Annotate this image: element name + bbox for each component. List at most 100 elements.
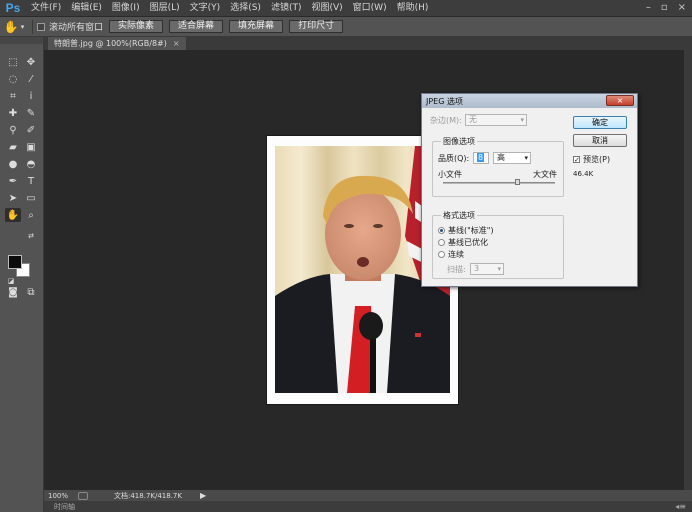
lasso-tool-icon[interactable]: ◌ [5, 72, 21, 86]
menu-help[interactable]: 帮助(H) [392, 0, 434, 17]
healing-brush-tool-icon[interactable]: ✚ [5, 106, 21, 120]
magic-wand-tool-icon[interactable]: ⁄ [23, 72, 39, 86]
menu-type[interactable]: 文字(Y) [185, 0, 226, 17]
small-file-label: 小文件 [438, 170, 462, 179]
dialog-title-bar[interactable]: JPEG 选项 × [422, 94, 637, 108]
swap-colors-icon[interactable]: ⇄ [23, 229, 39, 243]
radio-button[interactable] [438, 239, 445, 246]
format-options-title: 格式选项 [441, 210, 477, 221]
options-bar: ✋ ▾ 滚动所有窗口 实际像素 适合屏幕 填充屏幕 打印尺寸 [0, 17, 692, 37]
zoom-tool-icon[interactable]: ⌕ [23, 208, 39, 222]
divider [32, 19, 33, 34]
actual-pixels-button[interactable]: 实际像素 [109, 20, 164, 33]
chevron-down-icon: ▾ [524, 154, 528, 162]
menu-view[interactable]: 视图(V) [306, 0, 347, 17]
quality-value: 8 [477, 153, 485, 162]
scroll-all-windows-label: 滚动所有窗口 [49, 23, 104, 33]
radio-button[interactable] [438, 251, 445, 258]
large-file-label: 大文件 [533, 170, 557, 179]
eyedropper-tool-icon[interactable]: ⅰ [23, 89, 39, 103]
timeline-label[interactable]: 时间轴 [54, 502, 75, 512]
timeline-panel-bar: 时间轴 ◂≡ [44, 501, 692, 512]
close-icon[interactable]: × [678, 2, 686, 13]
photoshop-window: Ps 文件(F) 编辑(E) 图像(I) 图层(L) 文字(Y) 选择(S) 滤… [0, 0, 692, 512]
dialog-title: JPEG 选项 [426, 96, 463, 106]
status-menu-arrow-icon[interactable]: ▶ [200, 491, 206, 500]
menu-bar: Ps 文件(F) 编辑(E) 图像(I) 图层(L) 文字(Y) 选择(S) 滤… [0, 0, 692, 17]
preview-checkbox[interactable]: ✓ [573, 156, 580, 164]
print-size-button[interactable]: 打印尺寸 [289, 20, 344, 33]
quality-level-select[interactable]: 高 ▾ [493, 152, 531, 164]
quality-input[interactable]: 8 [473, 152, 489, 164]
hand-tool-preset-icon[interactable]: ✋ ▾ [0, 20, 28, 34]
tools-panel: ⬚ ✥ ◌ ⁄ ⌗ ⅰ ✚ ✎ ⚲ ✐ ▰ ▣ ● ◓ ✒ T ➤ ▭ ✋ ⌕ … [0, 37, 44, 512]
menu-file[interactable]: 文件(F) [26, 0, 66, 17]
matte-value: 无 [469, 115, 477, 124]
menu-edit[interactable]: 编辑(E) [66, 0, 107, 17]
zoom-level[interactable]: 100% [44, 492, 72, 500]
scans-select[interactable]: 3 ▾ [470, 263, 504, 275]
path-selection-tool-icon[interactable]: ➤ [5, 191, 21, 205]
format-baseline-optimized-option[interactable]: 基线已优化 [438, 237, 488, 248]
eraser-tool-icon[interactable]: ▰ [5, 140, 21, 154]
marquee-tool-icon[interactable]: ⬚ [5, 55, 21, 69]
radio-button[interactable] [438, 227, 445, 234]
format-progressive-option[interactable]: 连续 [438, 249, 464, 260]
menu-layer[interactable]: 图层(L) [145, 0, 185, 17]
document-tab-title: 特朗普.jpg @ 100%(RGB/8#) [54, 39, 167, 48]
format-baseline-optimized-label: 基线已优化 [448, 238, 488, 247]
ok-button[interactable]: 确定 [573, 116, 627, 129]
status-info-icon[interactable] [78, 491, 88, 500]
vertical-scrollbar[interactable] [684, 50, 692, 490]
format-baseline-option[interactable]: 基线("标准") [438, 225, 494, 236]
matte-select[interactable]: 无 ▾ [465, 114, 527, 126]
menu-select[interactable]: 选择(S) [225, 0, 266, 17]
quality-label: 品质(Q): [438, 154, 470, 163]
tools-panel-header[interactable] [0, 37, 43, 44]
blur-tool-icon[interactable]: ● [5, 157, 21, 171]
screen-mode-icon[interactable]: ⧉ [23, 285, 39, 299]
matte-label: 杂边(M): [430, 116, 462, 125]
scans-label: 扫描: [447, 265, 466, 274]
close-tab-icon[interactable]: × [173, 39, 180, 48]
fill-screen-button[interactable]: 填充屏幕 [229, 20, 284, 33]
quality-slider-thumb[interactable] [515, 179, 521, 185]
document-tab-bar: 特朗普.jpg @ 100%(RGB/8#) × [44, 37, 692, 50]
preview-checkbox-row[interactable]: ✓ 预览(P) [573, 154, 610, 165]
history-brush-tool-icon[interactable]: ✐ [23, 123, 39, 137]
file-size-readout: 46.4K [573, 170, 594, 178]
gradient-tool-icon[interactable]: ▣ [23, 140, 39, 154]
hand-tool-icon[interactable]: ✋ [5, 208, 21, 222]
fit-screen-button[interactable]: 适合屏幕 [169, 20, 224, 33]
dodge-tool-icon[interactable]: ◓ [23, 157, 39, 171]
dialog-body: 杂边(M): 无 ▾ 图像选项 品质(Q): 8 高 ▾ 小文件 大文件 格式选… [422, 108, 637, 288]
rectangle-tool-icon[interactable]: ▭ [23, 191, 39, 205]
brush-tool-icon[interactable]: ✎ [23, 106, 39, 120]
quality-slider-track[interactable] [443, 182, 555, 184]
menu-filter[interactable]: 滤镜(T) [266, 0, 307, 17]
panel-collapse-icon[interactable]: ◂≡ [675, 502, 686, 511]
quick-mask-icon[interactable]: ◙ [5, 285, 21, 299]
document-tab[interactable]: 特朗普.jpg @ 100%(RGB/8#) × [48, 37, 186, 50]
format-baseline-label: 基线("标准") [448, 226, 494, 235]
cancel-button[interactable]: 取消 [573, 134, 627, 147]
clone-stamp-tool-icon[interactable]: ⚲ [5, 123, 21, 137]
dialog-close-button[interactable]: × [606, 95, 634, 106]
crop-tool-icon[interactable]: ⌗ [5, 89, 21, 103]
chevron-down-icon: ▾ [520, 116, 524, 124]
move-tool-icon[interactable]: ✥ [23, 55, 39, 69]
menu-window[interactable]: 窗口(W) [348, 0, 392, 17]
scroll-all-windows-checkbox[interactable]: 滚动所有窗口 [37, 20, 103, 33]
status-bar: 100% 文档:418.7K/418.7K ▶ [44, 490, 692, 501]
foreground-color-swatch[interactable] [8, 255, 22, 269]
format-progressive-label: 连续 [448, 250, 464, 259]
checkbox-box[interactable] [37, 22, 45, 31]
image-options-group: 图像选项 品质(Q): 8 高 ▾ 小文件 大文件 [432, 136, 564, 197]
chevron-down-icon: ▾ [497, 265, 501, 273]
format-options-group: 格式选项 基线("标准") 基线已优化 连续 扫描: 3 ▾ [432, 210, 564, 279]
menu-image[interactable]: 图像(I) [107, 0, 145, 17]
pen-tool-icon[interactable]: ✒ [5, 174, 21, 188]
type-tool-icon[interactable]: T [23, 174, 39, 188]
minimize-icon[interactable]: – [646, 2, 651, 13]
restore-icon[interactable]: ▫ [661, 2, 668, 13]
